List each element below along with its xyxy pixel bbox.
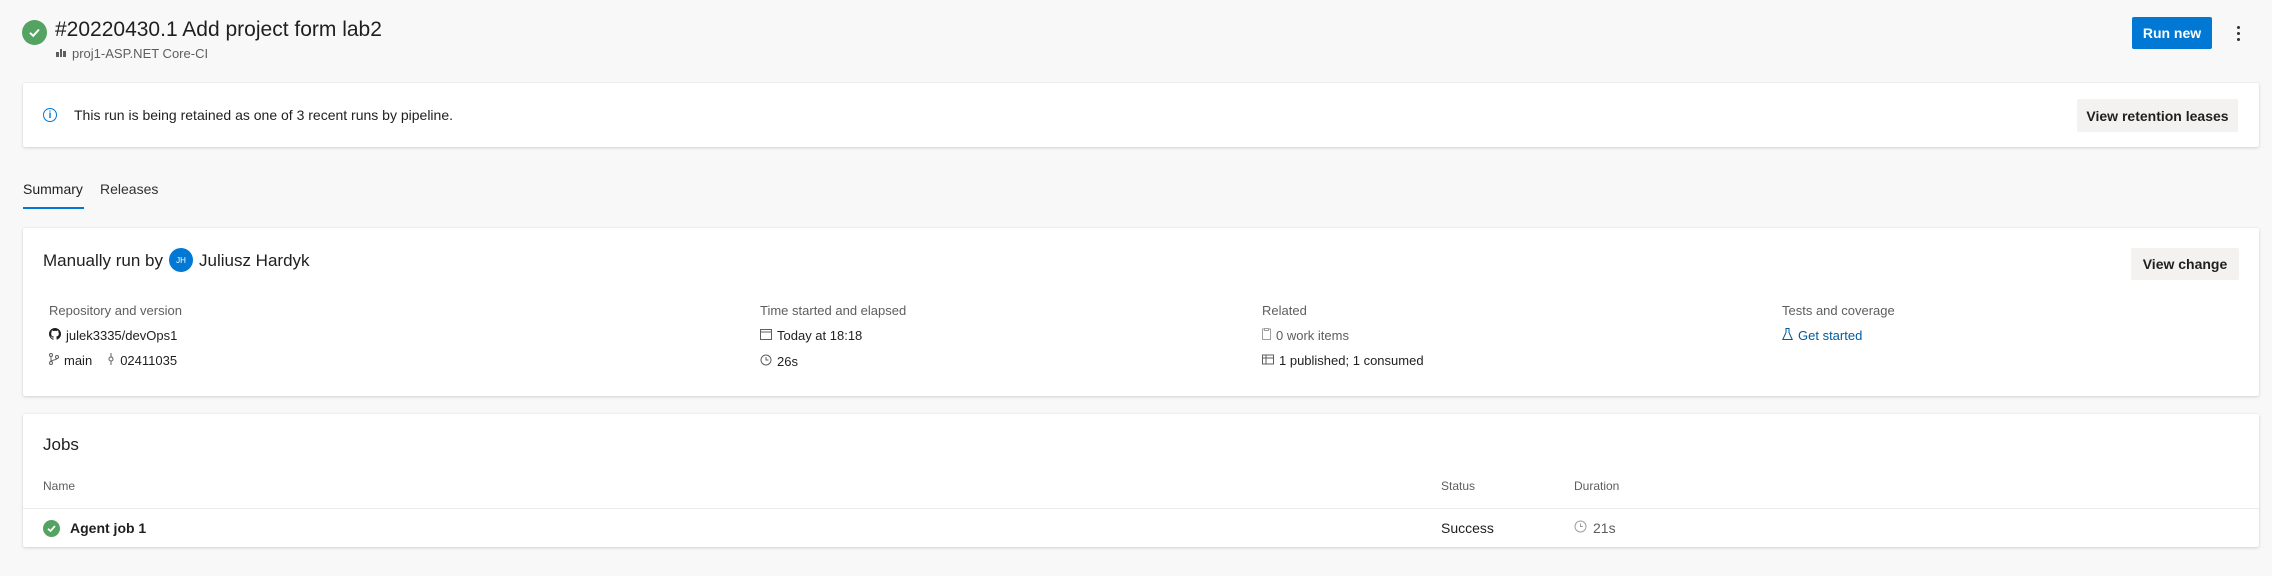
pipeline-icon xyxy=(55,46,67,61)
tab-summary[interactable]: Summary xyxy=(23,181,83,197)
time-started: Today at 18:18 xyxy=(760,328,862,343)
commit-icon xyxy=(107,353,115,368)
clock-icon xyxy=(760,354,772,369)
run-title: #20220430.1 Add project form lab2 xyxy=(55,18,382,41)
retention-message: This run is being retained as one of 3 r… xyxy=(74,107,454,123)
artifacts-value: 1 published; 1 consumed xyxy=(1279,353,1424,368)
clock-icon xyxy=(1574,520,1587,536)
time-elapsed-value: 26s xyxy=(777,354,798,369)
commit-id[interactable]: 02411035 xyxy=(120,353,177,368)
time-elapsed: 26s xyxy=(760,354,798,369)
pipeline-name: proj1-ASP.NET Core-CI xyxy=(72,46,209,61)
work-items: 0 work items xyxy=(1262,328,1349,343)
branch-name: main xyxy=(64,353,93,368)
time-label: Time started and elapsed xyxy=(760,303,907,318)
job-success-icon xyxy=(43,520,60,537)
info-icon: i xyxy=(43,108,57,122)
summary-card xyxy=(23,228,2259,396)
column-header-status: Status xyxy=(1441,479,1476,493)
view-retention-leases-button[interactable]: View retention leases xyxy=(2077,99,2238,132)
artifact-icon xyxy=(1262,353,1274,368)
pipeline-link[interactable]: proj1-ASP.NET Core-CI xyxy=(55,46,208,61)
related-label: Related xyxy=(1262,303,1307,318)
calendar-icon xyxy=(760,328,772,343)
repository-name: julek3335/devOps1 xyxy=(66,328,178,343)
repository-label: Repository and version xyxy=(49,303,182,318)
column-header-name: Name xyxy=(43,479,76,493)
row-divider xyxy=(23,508,2259,509)
job-status: Success xyxy=(1441,520,1494,536)
avatar: JH xyxy=(169,248,193,272)
view-change-button[interactable]: View change xyxy=(2131,248,2239,280)
repository-link[interactable]: julek3335/devOps1 xyxy=(49,328,177,343)
work-items-value: 0 work items xyxy=(1276,328,1349,343)
work-item-icon xyxy=(1262,328,1271,343)
run-by-user[interactable]: Juliusz Hardyk xyxy=(199,251,310,271)
github-icon xyxy=(49,328,61,343)
tab-releases[interactable]: Releases xyxy=(100,181,158,197)
branch-icon xyxy=(49,353,59,368)
get-started-link[interactable]: Get started xyxy=(1782,328,1862,343)
artifacts-link[interactable]: 1 published; 1 consumed xyxy=(1262,353,1424,368)
tab-selected-indicator xyxy=(23,207,84,209)
time-started-value: Today at 18:18 xyxy=(777,328,863,343)
tests-label: Tests and coverage xyxy=(1782,303,1895,318)
get-started-label: Get started xyxy=(1798,328,1863,343)
branch-info: main 02411035 xyxy=(49,353,177,368)
jobs-card xyxy=(23,414,2259,547)
job-duration-value: 21s xyxy=(1593,520,1616,536)
more-actions-icon[interactable] xyxy=(2226,17,2250,49)
flask-icon xyxy=(1782,328,1793,343)
job-duration: 21s xyxy=(1574,520,1616,536)
run-by-label: Manually run by xyxy=(43,251,164,270)
run-new-button[interactable]: Run new xyxy=(2132,17,2212,49)
job-name[interactable]: Agent job 1 xyxy=(70,520,146,536)
run-success-icon xyxy=(22,20,47,45)
jobs-title: Jobs xyxy=(43,435,79,454)
column-header-duration: Duration xyxy=(1574,479,1620,493)
